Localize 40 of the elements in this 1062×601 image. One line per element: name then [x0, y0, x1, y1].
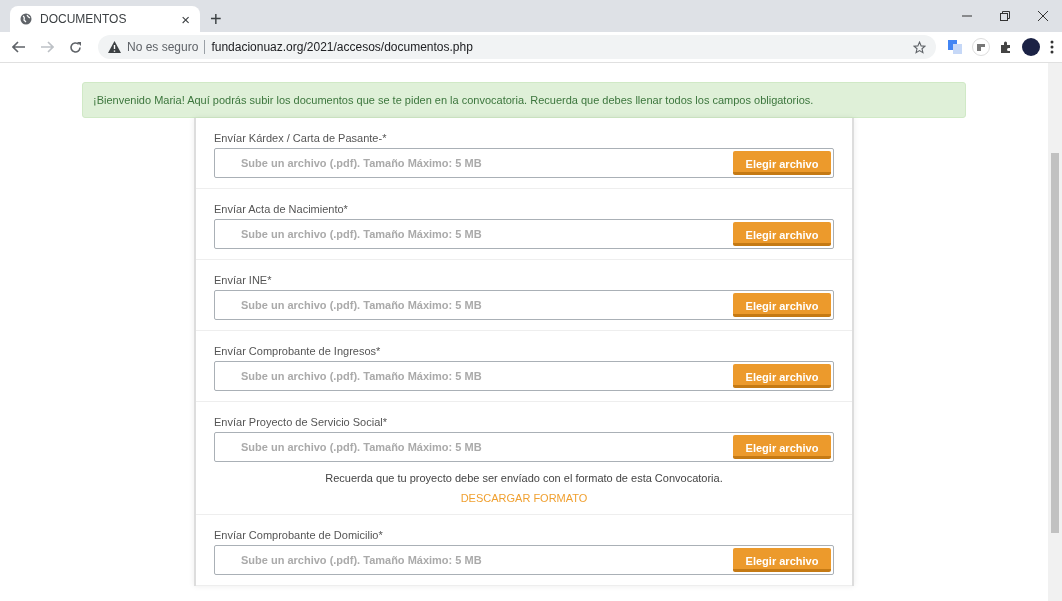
back-icon[interactable]	[12, 41, 26, 53]
field-label: Envíar Acta de Nacimiento*	[214, 203, 349, 215]
security-label: No es seguro	[127, 40, 199, 54]
avatar-icon[interactable]	[1022, 38, 1040, 56]
address-bar[interactable]: No es seguro fundacionuaz.org/2021/accesos/documentos.php	[98, 35, 936, 59]
restore-icon[interactable]	[1000, 11, 1010, 21]
close-tab-button[interactable]: ×	[181, 10, 190, 28]
close-icon[interactable]	[1038, 11, 1048, 21]
field-label: Envíar Comprobante de Ingresos*	[214, 345, 382, 357]
choose-file-button[interactable]: Elegir archivo	[733, 364, 831, 388]
file-upload-field[interactable]: Sube un archivo (.pdf). Tamaño Máximo: 5 MB Elegir archivo	[214, 361, 834, 391]
star-icon[interactable]	[913, 40, 926, 54]
format-note: Recuerda que tu proyecto debe ser envíado con el formato de esta Convocatoria.	[324, 472, 724, 484]
scrollbar[interactable]	[1048, 63, 1062, 601]
file-upload-field[interactable]: Sube un archivo (.pdf). Tamaño Máximo: 5 MB Elegir archivo	[214, 148, 834, 178]
puzzle-icon[interactable]	[1000, 41, 1012, 53]
file-upload-field[interactable]: Sube un archivo (.pdf). Tamaño Máximo: 5 MB Elegir archivo	[214, 432, 834, 462]
field-label: Envíar INE*	[214, 274, 273, 286]
download-format-link[interactable]: DESCARGAR FORMATO	[460, 492, 588, 504]
choose-file-button[interactable]: Elegir archivo	[733, 293, 831, 317]
globe-icon	[20, 13, 32, 25]
field-label: Envíar Kárdex / Carta de Pasante-*	[214, 132, 388, 144]
file-upload-field[interactable]: Sube un archivo (.pdf). Tamaño Máximo: 5 MB Elegir archivo	[214, 290, 834, 320]
welcome-alert: ¡Bienvenido Maria! Aquí podrás subir los documentos que se te piden en la convocatoria. Recuerda que debes llenar todos los campos obligatorios.	[82, 82, 966, 118]
warning-icon	[108, 41, 121, 53]
choose-file-button[interactable]: Elegir archivo	[733, 151, 831, 175]
choose-file-button[interactable]: Elegir archivo	[733, 548, 831, 572]
field-label: Envíar Proyecto de Servicio Social*	[214, 416, 389, 428]
extension-icon[interactable]	[972, 38, 990, 56]
reload-icon[interactable]	[68, 40, 82, 54]
new-tab-button[interactable]: +	[210, 8, 222, 30]
menu-icon[interactable]	[1050, 40, 1054, 54]
choose-file-button[interactable]: Elegir archivo	[733, 435, 831, 459]
choose-file-button[interactable]: Elegir archivo	[733, 222, 831, 246]
field-label: Envíar Comprobante de Domicilio*	[214, 529, 384, 541]
file-upload-field[interactable]: Sube un archivo (.pdf). Tamaño Máximo: 5 MB Elegir archivo	[214, 219, 834, 249]
file-upload-field[interactable]: Sube un archivo (.pdf). Tamaño Máximo: 5 MB Elegir archivo	[214, 545, 834, 575]
translate-icon[interactable]	[948, 40, 962, 54]
url-text: fundacionuaz.org/2021/accesos/documentos.php	[211, 40, 473, 54]
browser-tab[interactable]: DOCUMENTOS ×	[10, 6, 200, 32]
